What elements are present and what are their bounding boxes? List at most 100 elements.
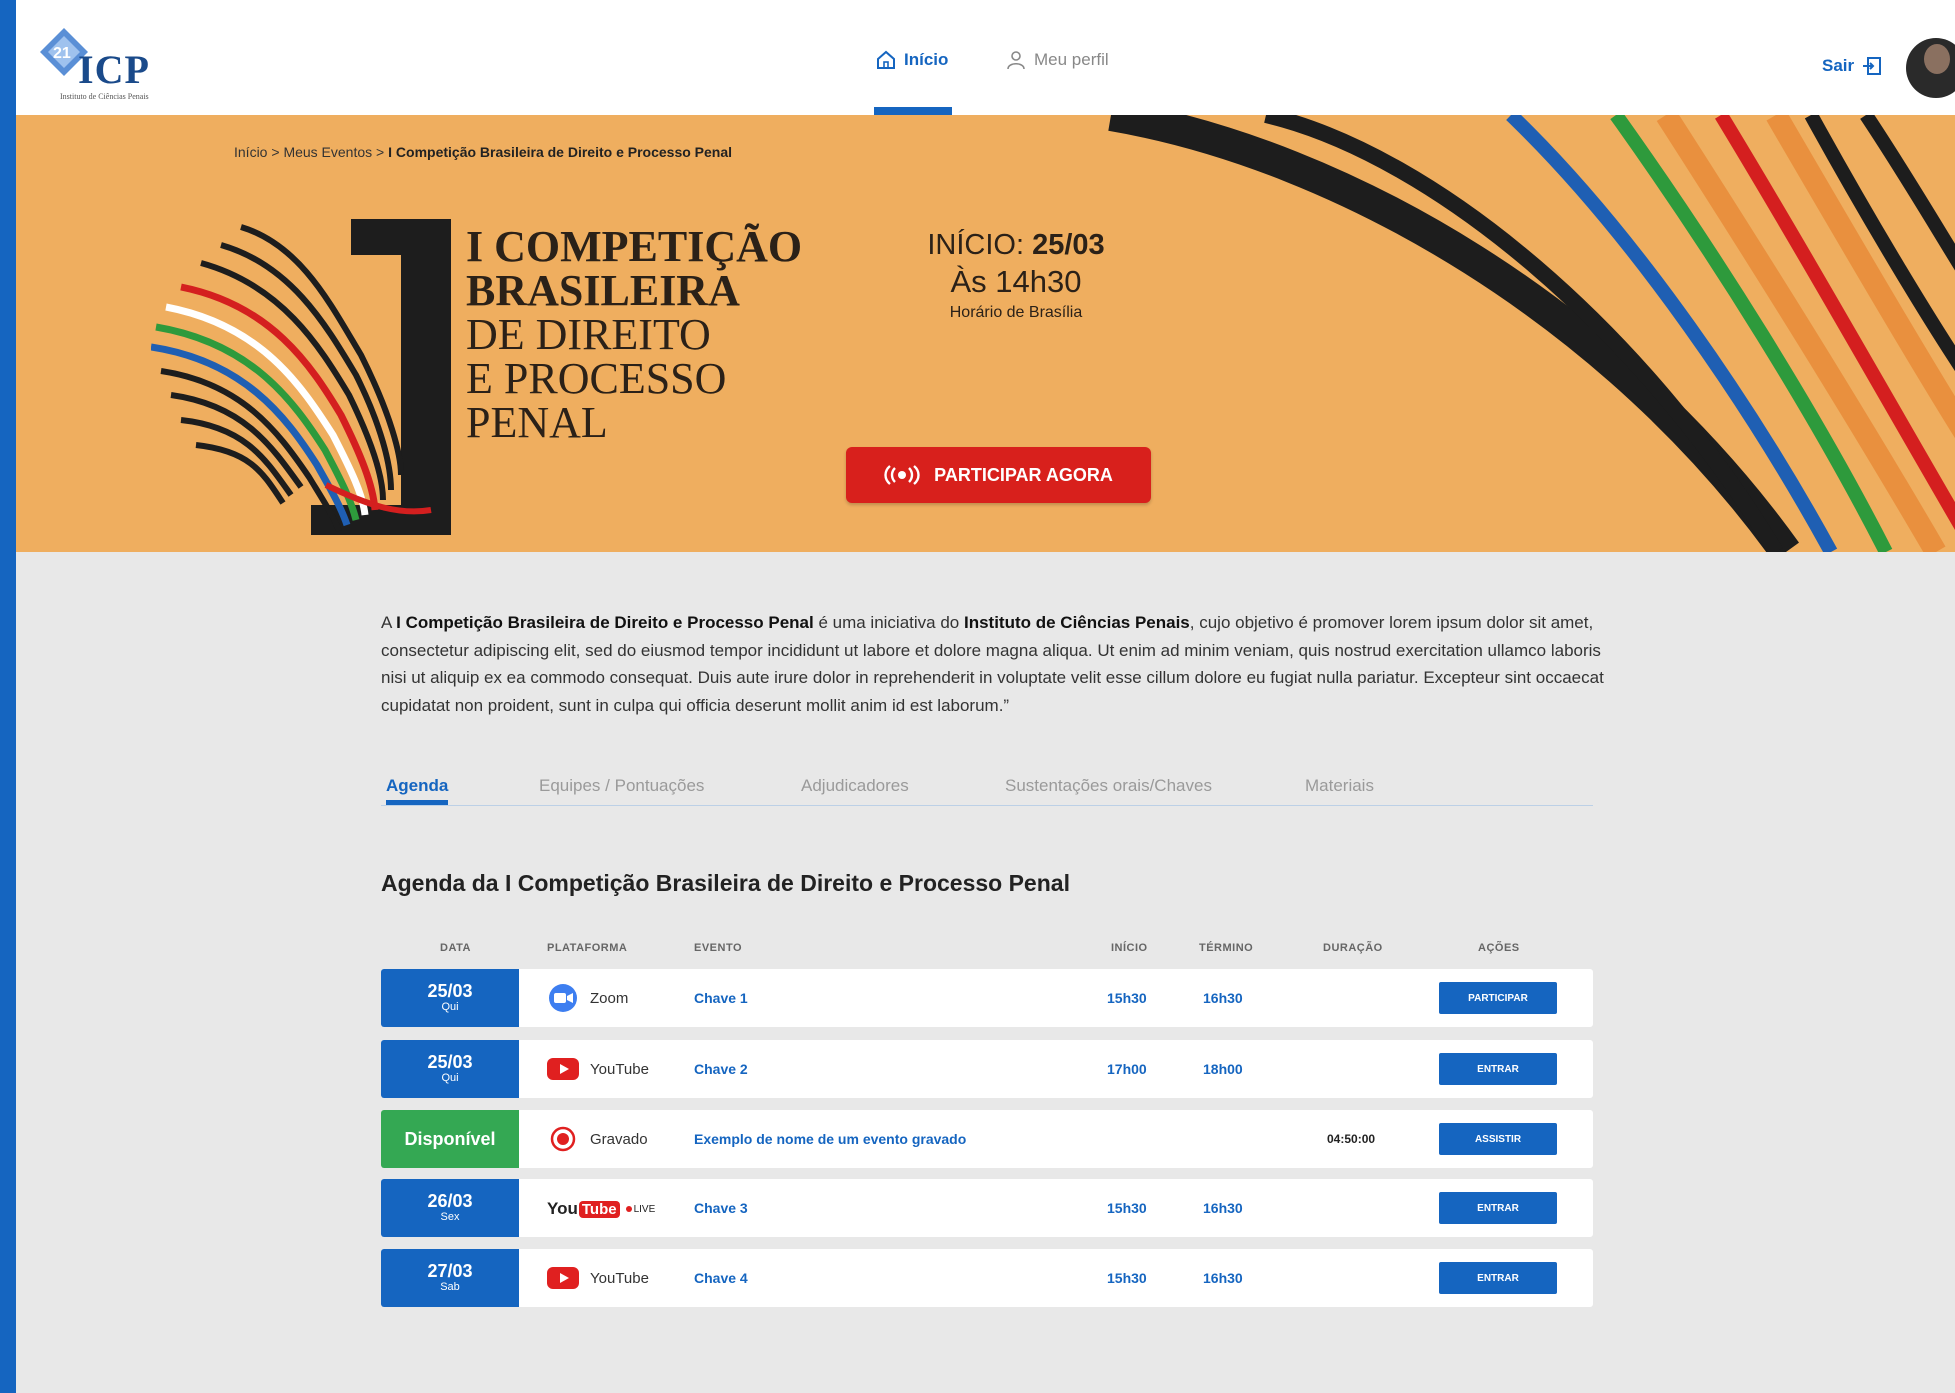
tab-agenda[interactable]: Agenda: [386, 776, 448, 796]
logo-subtitle: Instituto de Ciências Penais: [60, 92, 149, 101]
row-event-link[interactable]: Exemplo de nome de um evento gravado: [694, 1131, 966, 1147]
event-title-line: E PROCESSO: [466, 354, 727, 403]
row-event-link[interactable]: Chave 3: [694, 1200, 748, 1216]
description-bold: I Competição Brasileira de Direito e Pro…: [396, 613, 814, 632]
row-start-time: 17h00: [1107, 1061, 1147, 1077]
event-description: A I Competição Brasileira de Direito e P…: [381, 609, 1611, 719]
join-now-button[interactable]: PARTICIPAR AGORA: [846, 447, 1151, 503]
start-time: Às 14h30: [950, 264, 1082, 299]
user-icon: [1007, 51, 1025, 70]
row-date: 25/03: [427, 981, 473, 1001]
live-dot-icon: [625, 1206, 632, 1212]
available-cell: Disponível: [381, 1110, 519, 1168]
row-event-link[interactable]: Chave 1: [694, 990, 748, 1006]
zoom-icon: [549, 984, 577, 1012]
row-weekday: Qui: [441, 1072, 459, 1084]
agenda-row: 25/03 Qui YouTube Chave 2 17h00 18h00 EN…: [381, 1040, 1593, 1098]
row-date: 25/03: [427, 1052, 473, 1072]
row-end-time: 16h30: [1203, 1200, 1243, 1216]
user-avatar[interactable]: [1906, 38, 1955, 98]
event-start-info: INÍCIO: 25/03 Às 14h30 Horário de Brasíl…: [896, 229, 1136, 322]
enter-button[interactable]: ENTRAR: [1439, 1192, 1557, 1224]
row-duration: 04:50:00: [1327, 1132, 1376, 1146]
event-tabs: Agenda Equipes / Pontuações Adjudicadore…: [381, 772, 1593, 806]
column-header-end: TÉRMINO: [1199, 942, 1254, 954]
date-cell: 25/03 Qui: [381, 969, 519, 1027]
logout-label: Sair: [1822, 56, 1855, 75]
row-status: Disponível: [404, 1129, 496, 1149]
description-bold: Instituto de Ciências Penais: [963, 613, 1190, 632]
column-header-platform: PLATAFORMA: [547, 942, 628, 954]
column-header-event: EVENTO: [694, 942, 743, 954]
enter-button[interactable]: ENTRAR: [1439, 1053, 1557, 1085]
start-date-line: INÍCIO: 25/03: [896, 229, 1136, 262]
top-header: 21 ICP Instituto de Ciências Penais Iníc…: [16, 0, 1955, 115]
row-start-time: 15h30: [1107, 1270, 1147, 1286]
tab-teams-scores[interactable]: Equipes / Pontuações: [539, 776, 704, 796]
timezone-label: Horário de Brasília: [949, 304, 1083, 321]
agenda-row: 26/03 Sex You Tube LIVE Chave 3 15h30 16h…: [381, 1179, 1593, 1237]
date-cell: 26/03 Sex: [381, 1179, 519, 1237]
date-cell: 27/03 Sab: [381, 1249, 519, 1307]
column-header-start: INÍCIO: [1111, 942, 1148, 954]
home-icon: [877, 50, 895, 69]
row-weekday: Sex: [440, 1211, 460, 1223]
row-end-time: 16h30: [1203, 1270, 1243, 1286]
event-title: I COMPETIÇÃO BRASILEIRA DE DIREITO E PRO…: [466, 225, 802, 445]
start-date: 25/03: [1032, 229, 1105, 261]
description-text: A: [381, 613, 397, 632]
row-date: 26/03: [427, 1191, 473, 1211]
row-start-time: 15h30: [1107, 1200, 1147, 1216]
broadcast-icon: [884, 465, 920, 485]
row-platform: Zoom: [590, 990, 629, 1007]
youtube-logo-you: You: [547, 1199, 578, 1218]
row-event-link[interactable]: Chave 2: [694, 1061, 748, 1077]
live-label: LIVE: [633, 1203, 656, 1215]
record-icon: [550, 1126, 576, 1152]
column-header-duration: DURAÇÃO: [1323, 942, 1383, 954]
agenda-row: Disponível Gravado Exemplo de nome de um…: [381, 1110, 1593, 1168]
youtube-icon: [547, 1267, 579, 1289]
nav-active-indicator: [874, 107, 952, 115]
row-start-time: 15h30: [1107, 990, 1147, 1006]
tab-materials[interactable]: Materiais: [1305, 776, 1374, 796]
breadcrumb-current: I Competição Brasileira de Direito e Pro…: [388, 144, 733, 160]
live-badge: LIVE: [625, 1203, 656, 1215]
enter-button[interactable]: ENTRAR: [1439, 1262, 1557, 1294]
row-end-time: 16h30: [1203, 990, 1243, 1006]
logout-button[interactable]: Sair: [1822, 56, 1882, 76]
row-platform: YouTube: [590, 1270, 649, 1287]
row-event-link[interactable]: Chave 4: [694, 1270, 748, 1286]
row-date: 27/03: [427, 1261, 473, 1281]
event-title-line: DE DIREITO: [466, 310, 711, 359]
nav-home[interactable]: Início: [876, 50, 948, 70]
logo-name: ICP: [78, 47, 150, 92]
description-text: é uma iniciativa do: [813, 613, 964, 632]
logout-icon: [1863, 57, 1882, 75]
tab-adjudicators[interactable]: Adjudicadores: [801, 776, 909, 796]
icp-logo[interactable]: 21 ICP Instituto de Ciências Penais: [38, 22, 188, 104]
join-now-label: PARTICIPAR AGORA: [934, 464, 1113, 485]
event-title-line: PENAL: [466, 398, 608, 447]
svg-text:21: 21: [53, 45, 71, 62]
youtube-logo-tube: Tube: [578, 1200, 620, 1218]
watch-button[interactable]: ASSISTIR: [1439, 1123, 1557, 1155]
breadcrumb-events[interactable]: Meus Eventos: [283, 144, 372, 160]
date-cell: 25/03 Qui: [381, 1040, 519, 1098]
agenda-title: Agenda da I Competição Brasileira de Dir…: [381, 870, 1070, 896]
participate-button[interactable]: PARTICIPAR: [1439, 982, 1557, 1014]
column-header-actions: AÇÕES: [1478, 942, 1520, 954]
youtube-icon: [547, 1058, 579, 1080]
row-weekday: Sab: [440, 1281, 460, 1293]
left-accent-bar: [0, 0, 16, 1393]
breadcrumb-separator: >: [372, 144, 389, 160]
nav-home-label: Início: [904, 50, 949, 69]
breadcrumb-separator: >: [267, 144, 284, 160]
nav-profile[interactable]: Meu perfil: [1006, 50, 1109, 70]
row-platform: Gravado: [590, 1131, 648, 1148]
breadcrumb-home[interactable]: Início: [234, 144, 267, 160]
tab-active-indicator: [386, 800, 448, 805]
event-title-line: I COMPETIÇÃO: [466, 222, 803, 271]
agenda-row: 25/03 Qui Zoom Chave 1 15h30 16h30 PARTI…: [381, 969, 1593, 1027]
tab-oral-arguments[interactable]: Sustentações orais/Chaves: [1005, 776, 1212, 796]
